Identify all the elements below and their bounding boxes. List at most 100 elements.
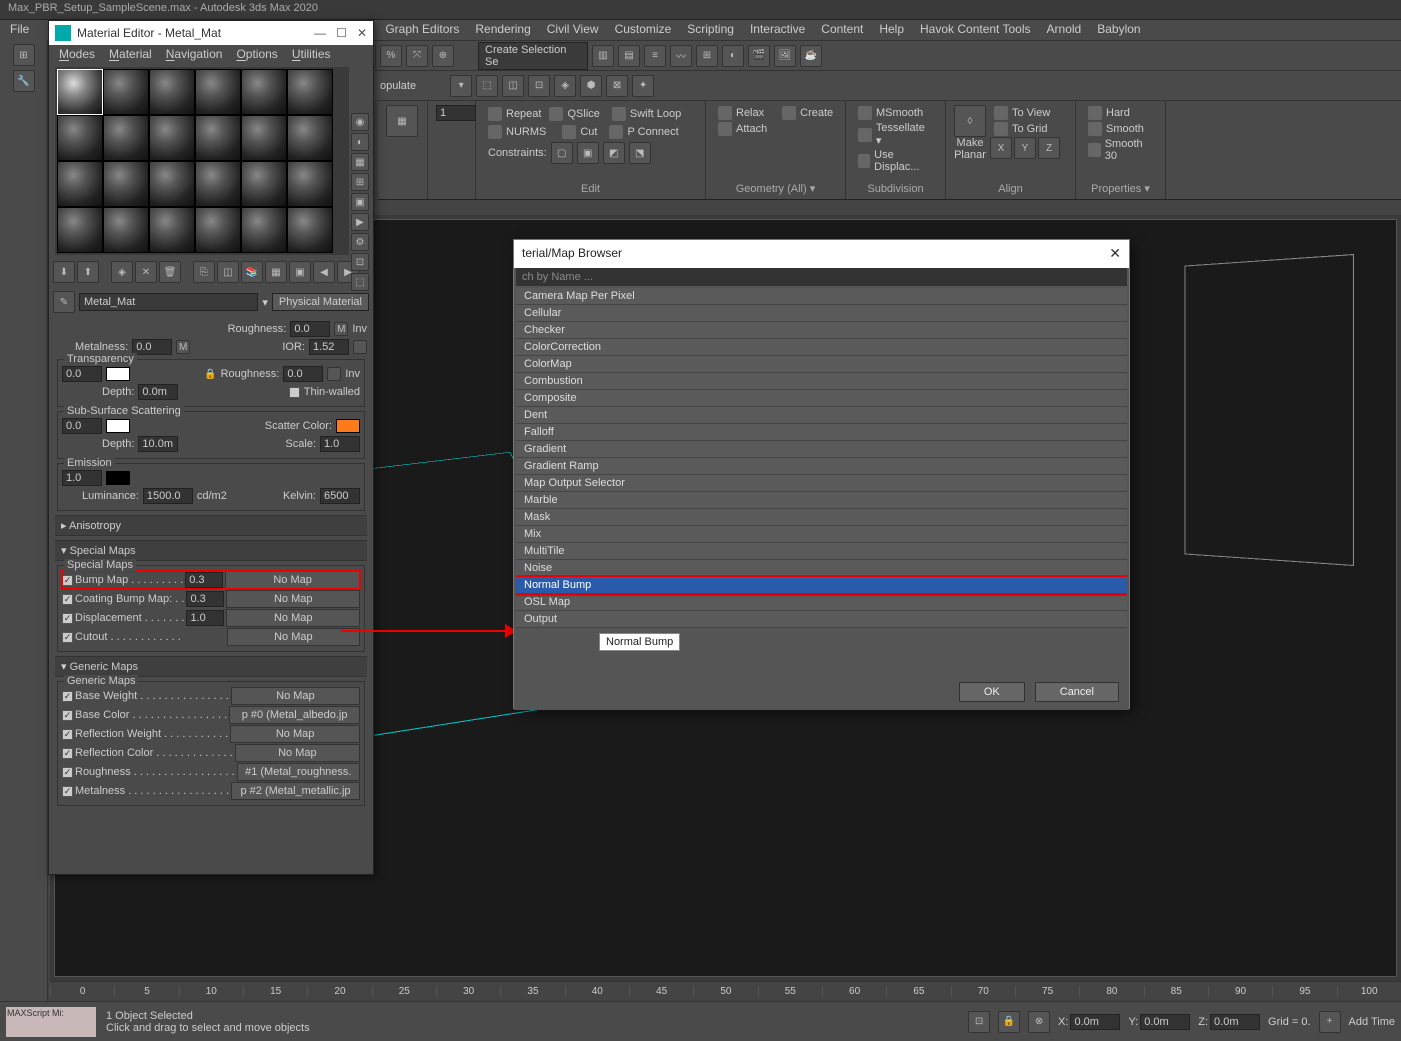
- close-icon[interactable]: ✕: [1109, 245, 1121, 262]
- smooth-button[interactable]: Smooth: [1084, 121, 1157, 137]
- preview-icon[interactable]: ▶: [351, 213, 369, 231]
- metalness-spinner[interactable]: 0.0: [132, 339, 172, 355]
- depth-spinner[interactable]: 0.0m: [138, 384, 178, 400]
- reflweight-map-button[interactable]: No Map: [230, 725, 360, 743]
- cb[interactable]: [62, 729, 73, 740]
- put-to-lib-icon[interactable]: 📚: [241, 261, 263, 283]
- menu-havok[interactable]: Arnold: [1047, 22, 1082, 38]
- map-list-item[interactable]: Gradient Ramp: [516, 458, 1127, 475]
- get-material-icon[interactable]: ⬇: [53, 261, 75, 283]
- material-slot[interactable]: [195, 115, 241, 161]
- tool-icon[interactable]: ✦: [632, 75, 654, 97]
- menu-arnold[interactable]: Babylon: [1097, 22, 1140, 38]
- attach-button[interactable]: Attach: [714, 121, 837, 137]
- togrid-button[interactable]: To Grid: [990, 121, 1060, 137]
- constraint-edge-icon[interactable]: ▣: [577, 142, 599, 164]
- backlight-icon[interactable]: ◐: [351, 133, 369, 151]
- dropdown-icon[interactable]: ▾: [262, 296, 268, 309]
- hard-button[interactable]: Hard: [1084, 105, 1157, 121]
- material-slot[interactable]: [287, 115, 333, 161]
- background-icon[interactable]: ▦: [351, 153, 369, 171]
- menu-interactive[interactable]: Content: [821, 22, 863, 38]
- msmooth-button[interactable]: MSmooth: [854, 105, 937, 121]
- assign-icon[interactable]: ◈: [111, 261, 133, 283]
- align-icon[interactable]: ▤: [618, 45, 640, 67]
- lock-icon[interactable]: 🔒: [998, 1011, 1020, 1033]
- map-list-item[interactable]: Mix: [516, 526, 1127, 543]
- map-list-item[interactable]: Falloff: [516, 424, 1127, 441]
- create-button[interactable]: Create: [778, 105, 837, 121]
- tool-icon[interactable]: ⊡: [528, 75, 550, 97]
- delete-icon[interactable]: 🗑: [159, 261, 181, 283]
- ior-spinner[interactable]: 1.52: [309, 339, 349, 355]
- map-list-item[interactable]: Noise: [516, 560, 1127, 577]
- material-slot[interactable]: [103, 69, 149, 115]
- modeling-icon[interactable]: ▦: [386, 105, 418, 137]
- specialmaps-rollout[interactable]: ▾ Special Maps: [55, 540, 367, 561]
- cutout-map-button[interactable]: No Map: [227, 628, 360, 646]
- reset-icon[interactable]: ✕: [135, 261, 157, 283]
- map-list-item[interactable]: Normal Bump: [516, 577, 1127, 594]
- material-slot[interactable]: [241, 161, 287, 207]
- options-icon[interactable]: ⚙: [351, 233, 369, 251]
- video-check-icon[interactable]: ▣: [351, 193, 369, 211]
- isolate-icon[interactable]: ⊡: [968, 1011, 990, 1033]
- map-list-item[interactable]: Combustion: [516, 373, 1127, 390]
- material-slot[interactable]: [103, 207, 149, 253]
- scale-spinner[interactable]: 1.0: [320, 436, 360, 452]
- dropper-icon[interactable]: ✎: [53, 291, 75, 313]
- menu-utilities[interactable]: Utilities: [292, 47, 331, 63]
- populate-tab[interactable]: opulate: [380, 80, 416, 92]
- disp-checkbox[interactable]: [62, 613, 73, 624]
- cb[interactable]: [62, 691, 73, 702]
- constraint-normal-icon[interactable]: ⬔: [629, 142, 651, 164]
- dropdown-icon[interactable]: ▾: [450, 75, 472, 97]
- constraint-face-icon[interactable]: ◩: [603, 142, 625, 164]
- cb[interactable]: [62, 767, 73, 778]
- material-slot[interactable]: [149, 161, 195, 207]
- emission-spinner[interactable]: 1.0: [62, 470, 102, 486]
- material-slot[interactable]: [241, 115, 287, 161]
- material-slot[interactable]: [149, 115, 195, 161]
- show-end-icon[interactable]: ▣: [289, 261, 311, 283]
- sample-type-icon[interactable]: ◉: [351, 113, 369, 131]
- menu-file[interactable]: File: [10, 22, 29, 38]
- baseweight-map-button[interactable]: No Map: [231, 687, 360, 705]
- material-slot[interactable]: [57, 115, 103, 161]
- relax-button[interactable]: Relax: [714, 105, 768, 121]
- y-input[interactable]: [1140, 1014, 1190, 1030]
- map-list[interactable]: Camera Map Per PixelCellularCheckerColor…: [516, 288, 1127, 628]
- material-slot[interactable]: [287, 207, 333, 253]
- bump-map-button[interactable]: No Map: [225, 571, 360, 589]
- smooth30-button[interactable]: Smooth 30: [1084, 137, 1157, 163]
- adaptive-icon[interactable]: ⊗: [1028, 1011, 1050, 1033]
- map-list-item[interactable]: Map Output Selector: [516, 475, 1127, 492]
- material-slot[interactable]: [287, 161, 333, 207]
- material-slot[interactable]: [195, 207, 241, 253]
- command-panel-icon[interactable]: ⊞: [13, 44, 35, 66]
- map-list-item[interactable]: Cellular: [516, 305, 1127, 322]
- map-list-item[interactable]: ColorMap: [516, 356, 1127, 373]
- roughness-map-button[interactable]: #1 (Metal_roughness.: [237, 763, 360, 781]
- thinwalled-checkbox[interactable]: [289, 387, 300, 398]
- map-button[interactable]: [327, 367, 341, 381]
- coating-spinner[interactable]: 0.3: [186, 591, 224, 607]
- maximize-icon[interactable]: ☐: [336, 26, 347, 40]
- bump-spinner[interactable]: 0.3: [185, 572, 223, 588]
- map-list-item[interactable]: OSL Map: [516, 594, 1127, 611]
- metalness-map-button[interactable]: M: [176, 340, 190, 354]
- metalness-map-button[interactable]: p #2 (Metal_metallic.jp: [231, 782, 360, 800]
- basecolor-map-button[interactable]: p #0 (Metal_albedo.jp: [229, 706, 360, 724]
- transparency-spinner[interactable]: 0.0: [62, 366, 102, 382]
- material-name-input[interactable]: [79, 293, 258, 311]
- search-input[interactable]: ch by Name ...: [516, 268, 1127, 286]
- material-slot[interactable]: [57, 207, 103, 253]
- scatter-color[interactable]: [336, 419, 360, 433]
- sss-color[interactable]: [106, 419, 130, 433]
- tessellate-button[interactable]: Tessellate ▾: [854, 121, 937, 148]
- map-list-item[interactable]: Checker: [516, 322, 1127, 339]
- swiftloop-button[interactable]: Swift Loop: [608, 106, 685, 122]
- cb[interactable]: [62, 786, 73, 797]
- map-list-item[interactable]: MultiTile: [516, 543, 1127, 560]
- render-frame-icon[interactable]: 🖼: [774, 45, 796, 67]
